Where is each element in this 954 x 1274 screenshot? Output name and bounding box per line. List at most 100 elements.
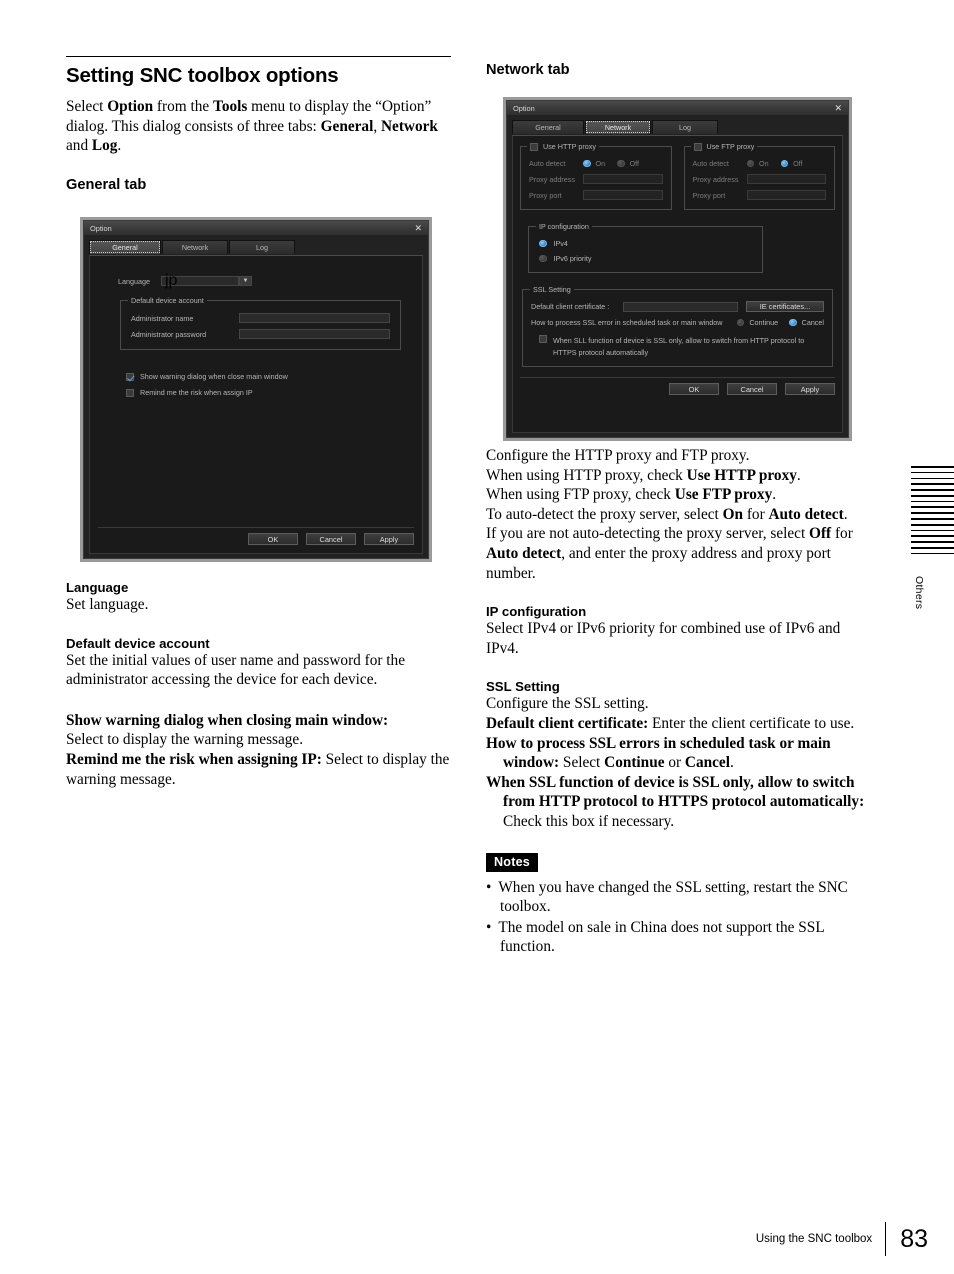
- ipv6-priority-radio-row[interactable]: IPv6 priority: [539, 254, 752, 263]
- chevron-down-icon[interactable]: ▼: [239, 276, 252, 286]
- thumb-index-bar: [911, 541, 954, 543]
- auto-switch-https-checkbox-row[interactable]: When SLL function of device is SSL only,…: [539, 334, 824, 357]
- use-ftp-proxy-checkbox-row[interactable]: Use FTP proxy: [690, 142, 758, 151]
- http-proxy-port-field[interactable]: [583, 190, 663, 200]
- show-warning-definition: Show warning dialog when closing main wi…: [66, 711, 451, 750]
- language-value[interactable]: jp: [161, 272, 239, 289]
- tab-general[interactable]: General: [512, 120, 584, 134]
- ssl-def-auto-switch: When SSL function of device is SSL only,…: [486, 773, 874, 832]
- ssl-continue-radio[interactable]: [736, 318, 745, 327]
- use-http-proxy-checkbox-row[interactable]: Use HTTP proxy: [527, 142, 599, 151]
- proxy-line-3c: .: [772, 486, 777, 504]
- ftp-proxy-address-label: Proxy address: [692, 174, 739, 184]
- ipv6-priority-radio[interactable]: [539, 254, 547, 263]
- show-warning-checkbox-row[interactable]: Show warning dialog when close main wind…: [126, 372, 414, 381]
- use-ftp-proxy-checkbox[interactable]: [693, 142, 702, 151]
- proxy-line-5b: Off: [809, 525, 832, 543]
- thumb-index-bar: [911, 535, 954, 538]
- ftp-auto-detect-label: Auto detect: [692, 159, 729, 168]
- auto-switch-https-label-line1: When SLL function of device is SSL only,…: [553, 336, 805, 345]
- proxy-line-5d: Auto detect: [486, 544, 562, 562]
- tab-log[interactable]: Log: [652, 120, 718, 134]
- ssl-def-auto-switch-desc: Check this box if necessary.: [503, 812, 675, 830]
- auto-switch-https-checkbox[interactable]: [539, 335, 547, 343]
- ssl-cancel-radio[interactable]: [789, 318, 797, 327]
- proxy-line-4a: To auto-detect the proxy server, select: [486, 505, 723, 523]
- proxy-line-3b: Use FTP proxy: [674, 486, 773, 504]
- administrator-password-row: Administrator password: [131, 329, 390, 339]
- notes-label: Notes: [486, 852, 538, 872]
- remind-risk-definition: Remind me the risk when assigning IP: Se…: [66, 750, 451, 789]
- administrator-name-field[interactable]: [239, 313, 390, 323]
- remind-risk-checkbox[interactable]: [126, 388, 134, 397]
- ipv4-radio[interactable]: [539, 239, 547, 248]
- page-number: 83: [885, 1222, 954, 1256]
- http-auto-detect-off-radio[interactable]: [617, 159, 625, 168]
- tab-log[interactable]: Log: [229, 240, 295, 254]
- page-footer: Using the SNC toolbox 83: [0, 1222, 954, 1256]
- close-icon[interactable]: ✕: [414, 223, 424, 233]
- remind-risk-checkbox-label: Remind me the risk when assign IP: [140, 388, 253, 397]
- ftp-auto-detect-on-label: On: [759, 159, 769, 168]
- thumb-index: Others: [911, 466, 954, 610]
- ssl-cancel-label: Cancel: [801, 318, 824, 327]
- notes-list: When you have changed the SSL setting, r…: [486, 878, 874, 957]
- intro-paragraph: Select Option from the Tools menu to dis…: [66, 97, 451, 156]
- ssl-def-cert-desc: Enter the client certificate to use.: [648, 714, 855, 732]
- right-column-body: Configure the HTTP proxy and FTP proxy. W…: [486, 446, 874, 958]
- ssl-def-default-client-certificate: Default client certificate: Enter the cl…: [486, 714, 874, 734]
- http-proxy-address-field[interactable]: [583, 174, 663, 184]
- group-title-ssl-setting: SSL Setting: [530, 285, 574, 294]
- proxy-line-4b: On: [722, 505, 743, 523]
- tab-network[interactable]: Network: [162, 240, 228, 254]
- thumb-index-bar: [911, 471, 954, 474]
- thumb-index-bar: [911, 483, 954, 486]
- dialog-tabstrip: General Network Log: [89, 240, 423, 254]
- auto-switch-https-label-line2: HTTPS protocol automatically: [553, 347, 649, 357]
- intro-text-4: ,: [373, 117, 381, 135]
- cancel-button[interactable]: Cancel: [727, 383, 777, 395]
- thumb-index-label: Others: [913, 576, 925, 610]
- proxy-description: Configure the HTTP proxy and FTP proxy. W…: [486, 446, 874, 583]
- intro-bold-option: Option: [107, 98, 154, 115]
- notes-block: Notes When you have changed the SSL sett…: [486, 852, 874, 957]
- ssl-def-error-desc-a: Select: [559, 754, 605, 772]
- show-warning-checkbox-label: Show warning dialog when close main wind…: [140, 372, 288, 381]
- ok-button[interactable]: OK: [248, 533, 298, 545]
- intro-text-2: from the: [153, 98, 214, 115]
- http-auto-detect-row: Auto detect On Off: [529, 159, 663, 168]
- ftp-auto-detect-off-label: Off: [793, 159, 803, 168]
- tab-general[interactable]: General: [89, 240, 161, 254]
- language-label: Language: [118, 276, 150, 286]
- thumb-index-bar: [911, 552, 954, 555]
- language-dropdown[interactable]: jp ▼: [161, 272, 252, 289]
- ftp-auto-detect-off-radio[interactable]: [780, 159, 789, 168]
- thumb-index-bar: [911, 466, 954, 468]
- thumb-index-bar: [911, 500, 954, 503]
- default-client-certificate-field[interactable]: [623, 301, 738, 312]
- close-icon[interactable]: ✕: [834, 103, 844, 113]
- ftp-proxy-group: Use FTP proxy Auto detect On Off Proxy a…: [683, 142, 835, 210]
- apply-button[interactable]: Apply: [785, 383, 835, 395]
- thumb-index-bar: [911, 518, 954, 520]
- ie-certificates-button[interactable]: IE certificates...: [746, 301, 824, 312]
- ok-button[interactable]: OK: [669, 383, 719, 395]
- tab-network[interactable]: Network: [585, 120, 651, 134]
- dialog-titlebar: Option ✕: [507, 101, 848, 115]
- administrator-password-field[interactable]: [239, 329, 390, 339]
- cancel-button[interactable]: Cancel: [306, 533, 356, 545]
- show-warning-checkbox[interactable]: [126, 372, 134, 381]
- ftp-proxy-port-field[interactable]: [746, 190, 826, 200]
- ipv4-radio-row[interactable]: IPv4: [539, 239, 752, 248]
- ftp-proxy-address-field[interactable]: [746, 174, 826, 184]
- http-proxy-address-label: Proxy address: [529, 174, 575, 184]
- remind-risk-checkbox-row[interactable]: Remind me the risk when assign IP: [126, 388, 414, 397]
- administrator-name-row: Administrator name: [131, 313, 390, 323]
- dialog-title: Option: [513, 103, 535, 113]
- http-auto-detect-on-radio[interactable]: [583, 159, 591, 168]
- apply-button[interactable]: Apply: [364, 533, 414, 545]
- thumb-index-bar: [911, 489, 954, 491]
- use-http-proxy-checkbox[interactable]: [530, 142, 538, 151]
- ftp-auto-detect-on-radio[interactable]: [746, 159, 754, 168]
- network-panel: Use HTTP proxy Auto detect On Off Proxy …: [512, 135, 843, 433]
